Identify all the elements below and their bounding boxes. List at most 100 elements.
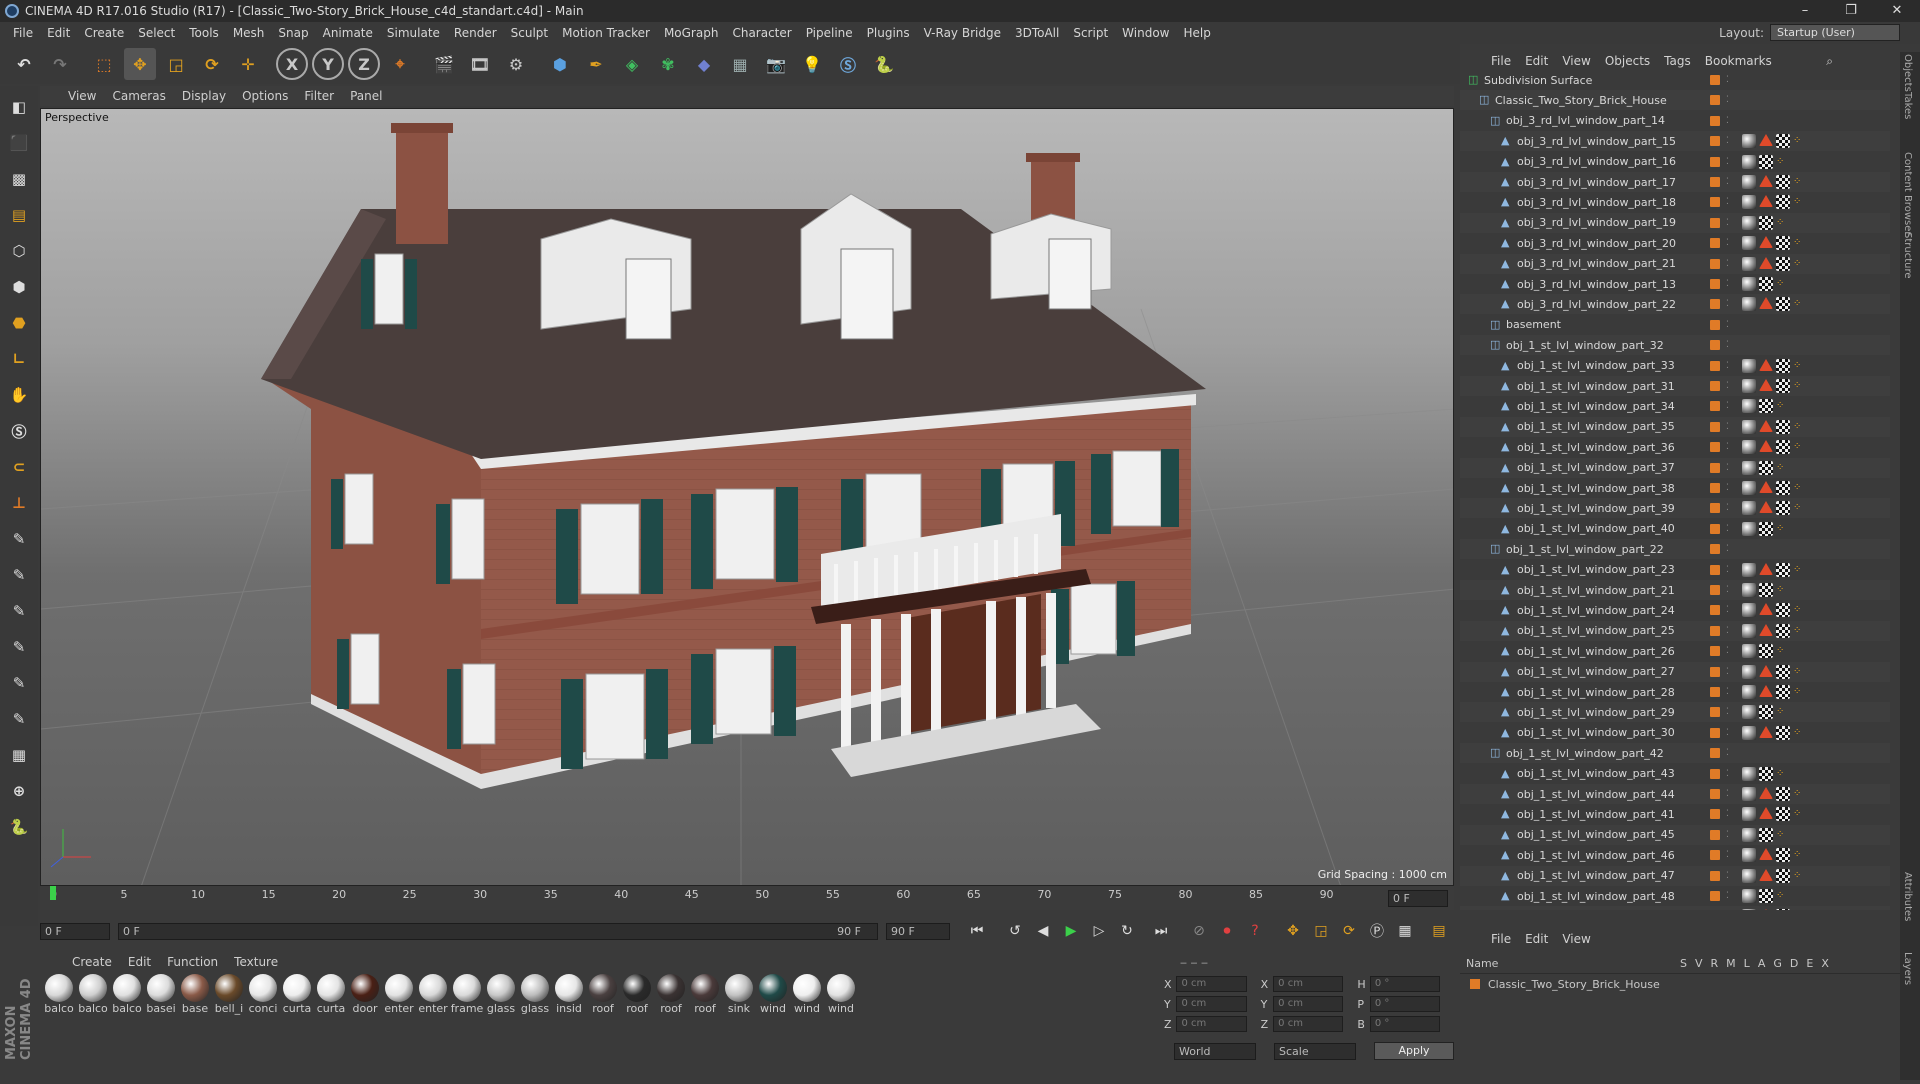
viewport-menu-panel[interactable]: Panel (342, 89, 390, 103)
phong-tag-icon[interactable] (1759, 807, 1773, 819)
object-menu-tags[interactable]: Tags (1657, 54, 1698, 68)
material-tag-icon[interactable] (1742, 195, 1756, 209)
make-editable-icon[interactable]: ◧ (4, 92, 34, 122)
render-settings-icon[interactable]: ⚙ (500, 48, 532, 80)
selection-tag-icon[interactable]: ⁘ (1793, 848, 1807, 862)
object-row[interactable]: ▲obj_3_rd_lvl_window_part_20⁚⁘ (1460, 233, 1890, 253)
selection-tag-icon[interactable]: ⁘ (1776, 399, 1790, 413)
uvw-tag-icon[interactable] (1759, 155, 1773, 169)
object-row[interactable]: ▲obj_1_st_lvl_window_part_27⁚⁘ (1460, 662, 1890, 682)
loop-forward-icon[interactable]: ↻ (1116, 920, 1138, 942)
y-axis-icon[interactable]: Y (312, 48, 344, 80)
visibility-dots-icon[interactable]: ⁚ (1726, 259, 1729, 269)
object-row[interactable]: ◫basement⁚ (1460, 315, 1890, 335)
visibility-dots-icon[interactable]: ⁚ (1726, 299, 1729, 309)
material-tag-icon[interactable] (1742, 665, 1756, 679)
layer-col-header[interactable]: A (1758, 957, 1766, 970)
object-row[interactable]: ▲obj_3_rd_lvl_window_part_13⁚⁘ (1460, 274, 1890, 294)
viewport-menu-options[interactable]: Options (234, 89, 296, 103)
selection-tag-icon[interactable]: ⁘ (1793, 909, 1807, 910)
menu-mesh[interactable]: Mesh (226, 26, 272, 40)
coord-value-field[interactable]: 0 cm (1273, 976, 1343, 992)
key-move-icon[interactable]: ✥ (1282, 920, 1304, 942)
viewport-menu-display[interactable]: Display (174, 89, 234, 103)
layer-col-header[interactable]: E (1806, 957, 1813, 970)
side-tab-layers[interactable]: Layers (1902, 952, 1913, 985)
visibility-dots-icon[interactable]: ⁚ (1726, 707, 1729, 717)
floor-icon[interactable]: ▦ (724, 48, 756, 80)
selection-tag-icon[interactable]: ⁘ (1793, 175, 1807, 189)
selection-tag-icon[interactable]: ⁘ (1793, 624, 1807, 638)
side-tab-attributes[interactable]: Attributes (1902, 872, 1913, 921)
material-item[interactable]: glass (484, 974, 518, 1084)
object-row[interactable]: ▲obj_3_rd_lvl_window_part_21⁚⁘ (1460, 254, 1890, 274)
phong-tag-icon[interactable] (1759, 257, 1773, 269)
render-picture-viewer-icon[interactable]: 🎞 (464, 48, 496, 80)
visibility-dots-icon[interactable]: ⁚ (1726, 891, 1729, 901)
material-tag-icon[interactable] (1742, 440, 1756, 454)
phong-tag-icon[interactable] (1759, 195, 1773, 207)
viewport-menu-cameras[interactable]: Cameras (104, 89, 173, 103)
menu-edit[interactable]: Edit (40, 26, 77, 40)
viewport-menu-view[interactable]: View (60, 89, 104, 103)
material-item[interactable]: balco (76, 974, 110, 1084)
material-tag-icon[interactable] (1742, 522, 1756, 536)
selection-tag-icon[interactable]: ⁘ (1793, 603, 1807, 617)
visibility-dots-icon[interactable]: ⁚ (1726, 789, 1729, 799)
object-menu-bookmarks[interactable]: Bookmarks (1698, 54, 1779, 68)
viewport[interactable]: Perspective (40, 108, 1454, 886)
key-param-icon[interactable]: Ⓟ (1366, 920, 1388, 942)
material-item[interactable]: enter (416, 974, 450, 1084)
object-row[interactable]: ◫Subdivision Surface⁚ (1460, 70, 1890, 90)
object-row[interactable]: ◫Classic_Two_Story_Brick_House⁚ (1460, 90, 1890, 110)
material-tag-icon[interactable] (1742, 787, 1756, 801)
object-row[interactable]: ▲obj_1_st_lvl_window_part_21⁚⁘ (1460, 580, 1890, 600)
max-frame-field[interactable]: 90 F (886, 923, 950, 940)
object-row[interactable]: ▲obj_1_st_lvl_window_part_46⁚⁘ (1460, 845, 1890, 865)
model-mode-icon[interactable]: ⬛ (4, 128, 34, 158)
visibility-dots-icon[interactable]: ⁚ (1726, 136, 1729, 146)
visibility-dots-icon[interactable]: ⁚ (1726, 748, 1729, 758)
layer-col-header[interactable]: L (1744, 957, 1750, 970)
start-frame-field[interactable]: 0 F (40, 923, 110, 940)
visibility-dots-icon[interactable]: ⁚ (1726, 75, 1729, 85)
visibility-dots-icon[interactable]: ⁚ (1726, 728, 1729, 738)
close-icon[interactable]: ✕ (1874, 0, 1920, 22)
visibility-dots-icon[interactable]: ⁚ (1726, 340, 1729, 350)
sculpt-pull-icon[interactable]: ✎ (4, 560, 34, 590)
menu-snap[interactable]: Snap (271, 26, 315, 40)
material-item[interactable]: conci (246, 974, 280, 1084)
uvw-tag-icon[interactable] (1776, 257, 1790, 271)
phong-tag-icon[interactable] (1759, 297, 1773, 309)
object-row[interactable]: ▲obj_1_st_lvl_window_part_28⁚⁘ (1460, 682, 1890, 702)
menu-mograph[interactable]: MoGraph (657, 26, 726, 40)
visibility-dots-icon[interactable]: ⁚ (1726, 809, 1729, 819)
autokey-help-icon[interactable]: ? (1244, 920, 1266, 942)
material-tag-icon[interactable] (1742, 828, 1756, 842)
material-tag-icon[interactable] (1742, 726, 1756, 740)
menu-script[interactable]: Script (1066, 26, 1115, 40)
step-back-icon[interactable]: ◀ (1032, 920, 1054, 942)
visibility-dots-icon[interactable]: ⁚ (1726, 197, 1729, 207)
visibility-dots-icon[interactable]: ⁚ (1726, 279, 1729, 289)
material-tag-icon[interactable] (1742, 379, 1756, 393)
coord-value-field[interactable]: 0 cm (1273, 1016, 1343, 1032)
menu-window[interactable]: Window (1115, 26, 1176, 40)
uvw-tag-icon[interactable] (1759, 705, 1773, 719)
material-tag-icon[interactable] (1742, 155, 1756, 169)
phong-tag-icon[interactable] (1759, 379, 1773, 391)
uvw-tag-icon[interactable] (1759, 277, 1773, 291)
search-icon[interactable]: ⌕ (1819, 54, 1840, 69)
selection-tag-icon[interactable]: ⁘ (1776, 522, 1790, 536)
axis-mode-icon[interactable]: ∟ (4, 344, 34, 374)
visibility-dots-icon[interactable]: ⁚ (1726, 850, 1729, 860)
visibility-dots-icon[interactable]: ⁚ (1726, 503, 1729, 513)
object-row[interactable]: ▲obj_1_st_lvl_window_part_34⁚⁘ (1460, 396, 1890, 416)
uvw-tag-icon[interactable] (1776, 359, 1790, 373)
material-item[interactable]: curta (280, 974, 314, 1084)
visibility-dots-icon[interactable]: ⁚ (1726, 769, 1729, 779)
material-tag-icon[interactable] (1742, 624, 1756, 638)
material-tag-icon[interactable] (1742, 848, 1756, 862)
menu-tools[interactable]: Tools (182, 26, 226, 40)
material-item[interactable]: enter (382, 974, 416, 1084)
